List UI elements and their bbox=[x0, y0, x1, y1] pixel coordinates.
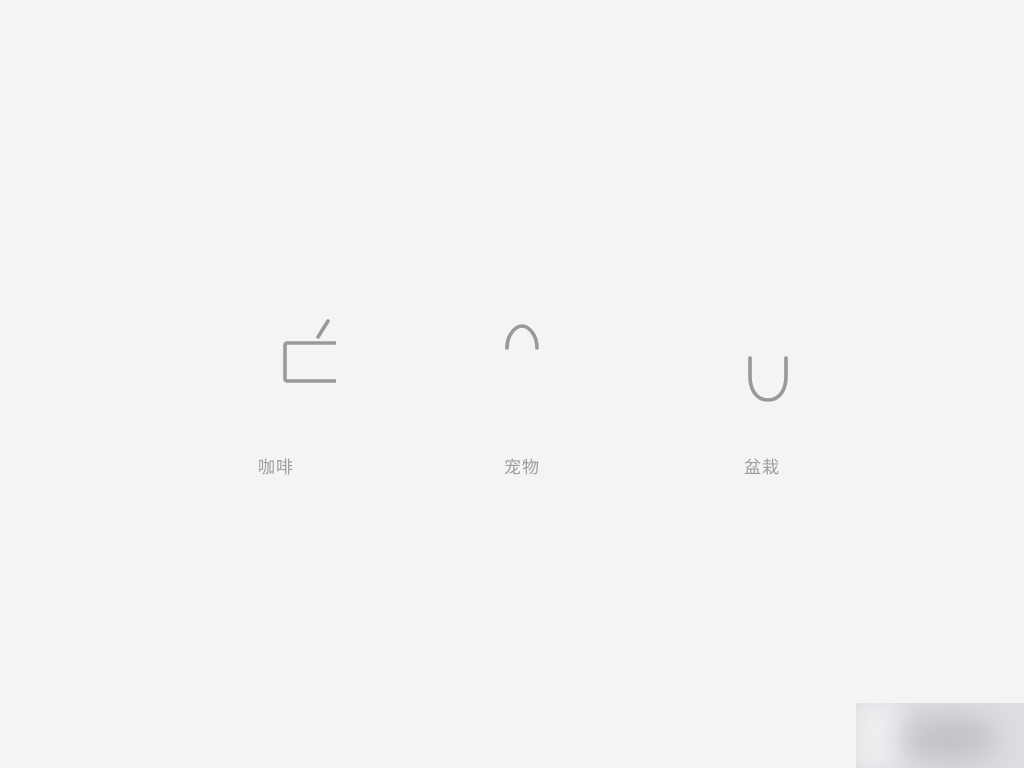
category-label: 咖啡 bbox=[258, 458, 294, 478]
category-pet[interactable]: 宠物 bbox=[422, 290, 622, 490]
coffee-cup-icon bbox=[216, 290, 336, 410]
category-screen: 咖啡 宠物 盆栽 bbox=[0, 0, 1024, 768]
dog-face-icon bbox=[462, 290, 582, 410]
category-label: 盆栽 bbox=[744, 458, 780, 478]
category-plant[interactable]: 盆栽 bbox=[662, 290, 862, 490]
category-coffee[interactable]: 咖啡 bbox=[176, 290, 376, 490]
category-label: 宠物 bbox=[504, 458, 540, 478]
potted-plant-icon bbox=[702, 290, 822, 410]
blurred-thumbnail bbox=[856, 703, 1024, 768]
